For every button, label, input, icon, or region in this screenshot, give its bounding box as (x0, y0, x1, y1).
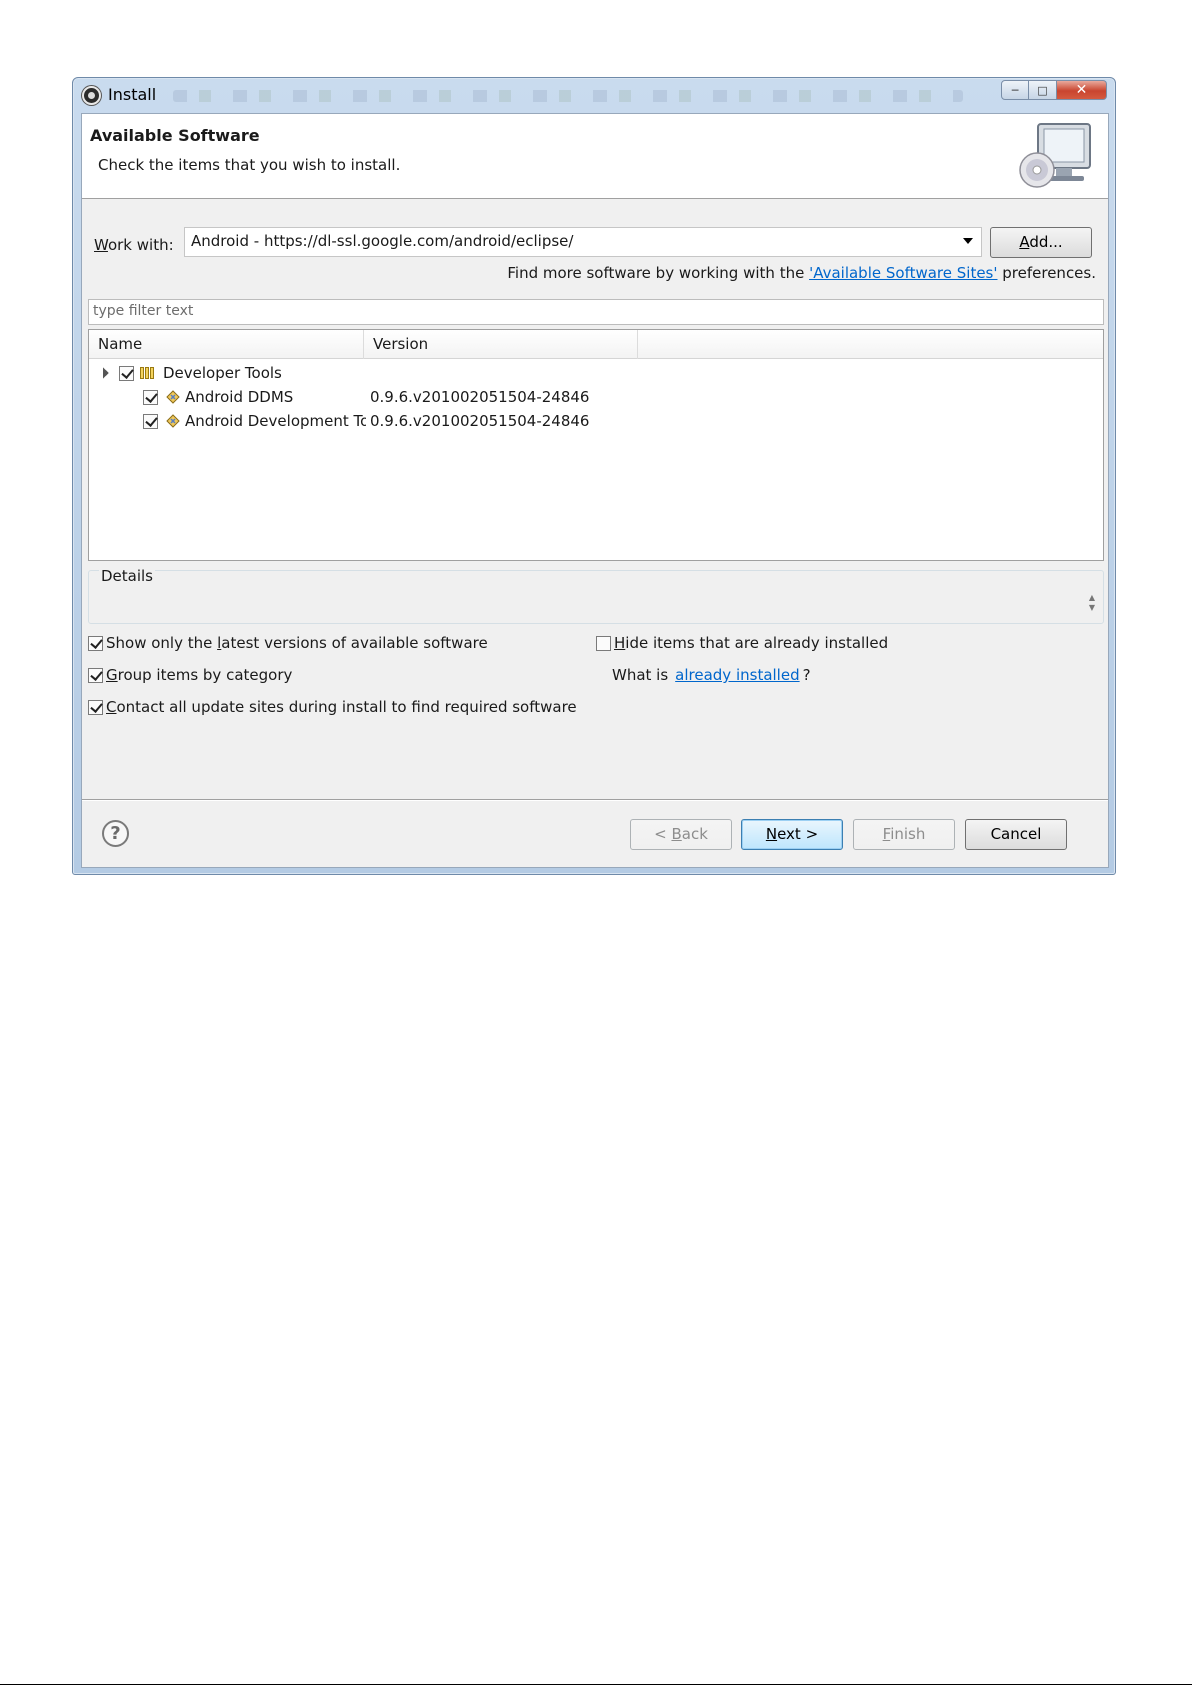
chevron-down-icon[interactable] (963, 238, 973, 244)
monitor-cd-icon (1019, 123, 1091, 188)
work-with-value: Android - https://dl-ssl.google.com/andr… (191, 232, 574, 250)
close-button[interactable]: ✕ (1057, 80, 1107, 100)
checkbox-unchecked-icon[interactable] (596, 635, 611, 651)
eclipse-icon (82, 86, 101, 105)
checkbox-checked-icon[interactable] (88, 667, 103, 683)
find-more-text: Find more software by working with the '… (507, 264, 1096, 282)
help-icon[interactable]: ? (102, 820, 129, 847)
install-dialog: Install ─ □ ✕ Available Software Check t… (72, 77, 1116, 875)
back-button[interactable]: < Back (630, 819, 732, 850)
tree-row-name: Android Development Tool (185, 412, 366, 430)
minimize-button[interactable]: ─ (1001, 80, 1029, 100)
find-more-suffix: preferences. (997, 264, 1096, 282)
option-hide-label: Hide items that are already installed (614, 634, 889, 652)
tree-row-version: 0.9.6.v201002051504-24846 (370, 388, 590, 406)
option-group-label: Group items by category (106, 666, 293, 684)
checkbox-checked-icon (143, 414, 158, 429)
details-scroll-arrows[interactable]: ▲ ▼ (1087, 593, 1097, 615)
feature-checkbox[interactable] (143, 385, 158, 409)
option-hide-installed[interactable]: Hide items that are already installed (596, 634, 888, 652)
plugin-icon (166, 390, 180, 404)
category-icon (140, 367, 156, 379)
tree-row-version: 0.9.6.v201002051504-24846 (370, 412, 590, 430)
checkbox-checked-icon (119, 366, 134, 381)
tree-header: Name Version (89, 330, 1103, 359)
banner-description: Check the items that you wish to install… (98, 156, 401, 174)
what-is-suffix: ? (802, 666, 811, 684)
what-is-prefix: What is (612, 666, 669, 684)
work-with-label: Work with: (94, 236, 174, 254)
window-title: Install (108, 85, 157, 104)
maximize-icon: □ (1037, 83, 1048, 97)
already-installed-link[interactable]: already installed (675, 666, 799, 684)
available-software-sites-link[interactable]: 'Available Software Sites' (809, 264, 997, 282)
checkbox-checked-icon (143, 390, 158, 405)
next-button[interactable]: Next > (741, 819, 843, 850)
option-group-by-category[interactable]: Group items by category (88, 666, 292, 684)
footer-separator (82, 799, 1108, 800)
plugin-icon (166, 414, 180, 428)
cancel-button[interactable]: Cancel (965, 819, 1067, 850)
column-header-version[interactable]: Version (364, 330, 638, 359)
filter-input[interactable]: type filter text (88, 299, 1104, 325)
minimize-icon: ─ (1011, 83, 1019, 97)
finish-button[interactable]: Finish (853, 819, 955, 850)
work-with-combo[interactable]: Android - https://dl-ssl.google.com/andr… (184, 227, 982, 257)
checkbox-checked-icon[interactable] (88, 699, 103, 715)
software-tree[interactable]: Name Version Developer Tools Android DDM… (88, 329, 1104, 561)
tree-row-name: Developer Tools (163, 364, 282, 382)
window-controls: ─ □ ✕ (1001, 80, 1107, 100)
details-group: Details ▲ ▼ (88, 567, 1104, 624)
banner-title: Available Software (90, 126, 260, 145)
option-contact-all-sites[interactable]: Contact all update sites during install … (88, 698, 577, 716)
details-label: Details (99, 567, 156, 585)
find-more-prefix: Find more software by working with the (507, 264, 810, 282)
wizard-banner: Available Software Check the items that … (82, 114, 1108, 199)
title-bar[interactable]: Install ─ □ ✕ (73, 78, 1115, 113)
tree-row-name: Android DDMS (185, 388, 294, 406)
add-site-button[interactable]: Add... (990, 227, 1092, 258)
dialog-client-area: Available Software Check the items that … (81, 113, 1109, 868)
what-is-installed-text: What is already installed? (612, 666, 811, 684)
expander-icon[interactable] (97, 367, 109, 379)
background-toolbar-blur (173, 90, 963, 102)
maximize-button[interactable]: □ (1029, 80, 1057, 100)
close-icon: ✕ (1075, 82, 1088, 98)
option-show-latest-label: Show only the latest versions of availab… (106, 634, 488, 652)
option-show-latest[interactable]: Show only the latest versions of availab… (88, 634, 488, 652)
feature-checkbox[interactable] (143, 409, 158, 433)
option-contact-label: Contact all update sites during install … (106, 698, 577, 716)
column-header-name[interactable]: Name (89, 330, 364, 359)
category-checkbox[interactable] (119, 361, 134, 385)
checkbox-checked-icon[interactable] (88, 635, 103, 651)
